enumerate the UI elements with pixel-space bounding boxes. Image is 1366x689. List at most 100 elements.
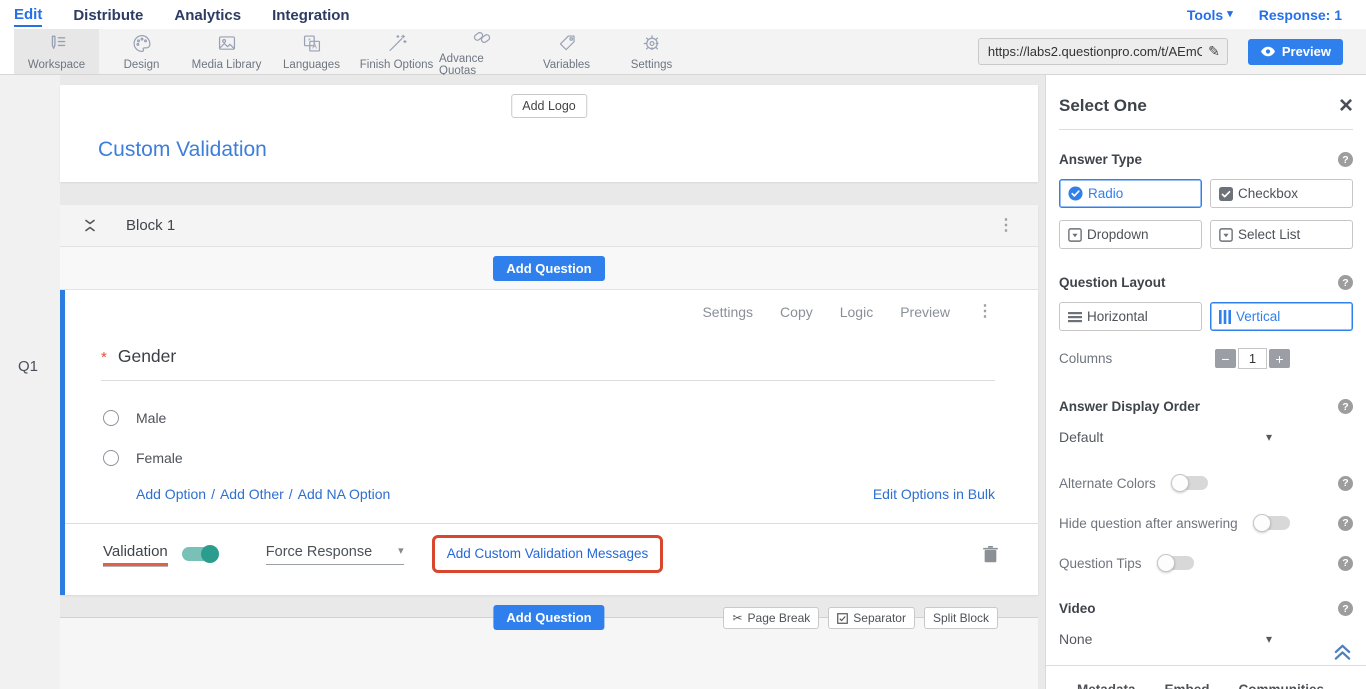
nav-item-integration[interactable]: Integration <box>272 4 350 26</box>
toolbar-tab-label: Languages <box>283 59 340 71</box>
radio-selected-icon <box>1068 186 1083 201</box>
toolbar-tab-finish-options[interactable]: Finish Options <box>354 29 439 74</box>
toolbar-tab-label: Advance Quotas <box>439 53 524 77</box>
tools-menu[interactable]: Tools ▾ <box>1187 7 1233 23</box>
validation-toggle[interactable] <box>182 547 218 561</box>
question-settings-link[interactable]: Settings <box>702 304 753 320</box>
nav-item-edit[interactable]: Edit <box>14 3 42 27</box>
collapse-block-icon[interactable] <box>84 218 96 233</box>
layout-option-label: Vertical <box>1236 309 1280 324</box>
answer-type-checkbox[interactable]: Checkbox <box>1210 179 1353 208</box>
help-icon[interactable]: ? <box>1338 275 1353 290</box>
question-logic-link[interactable]: Logic <box>840 304 873 320</box>
split-block-button[interactable]: Split Block <box>924 607 998 629</box>
question-layout-label: Question Layout <box>1059 275 1166 290</box>
columns-plus-button[interactable]: + <box>1269 349 1290 368</box>
workspace-icon <box>46 33 68 57</box>
answer-display-order-select[interactable]: Default ▾ <box>1059 429 1272 445</box>
force-response-dropdown[interactable]: Force Response ▾ <box>266 544 404 565</box>
add-other-link[interactable]: Add Other <box>220 486 284 502</box>
radio-button[interactable] <box>103 450 119 466</box>
question-layout-section: Question Layout ? <box>1059 275 1353 290</box>
answer-type-select-list[interactable]: Select List <box>1210 220 1353 249</box>
question-tips-toggle[interactable] <box>1158 556 1194 570</box>
toolbar-tab-label: Workspace <box>28 59 85 71</box>
answer-type-option-label: Checkbox <box>1238 186 1298 201</box>
answer-type-radio[interactable]: Radio <box>1059 179 1202 208</box>
scissors-icon: ✂ <box>732 611 742 625</box>
close-icon[interactable]: × <box>1339 97 1353 115</box>
magic-wand-icon <box>386 33 408 57</box>
main-area: Q1 Add Logo Custom Validation Block 1 ⋮ … <box>0 75 1366 689</box>
add-custom-validation-messages-link[interactable]: Add Custom Validation Messages <box>447 546 649 561</box>
question-title[interactable]: Gender <box>118 346 176 367</box>
toolbar-tab-workspace[interactable]: Workspace <box>14 29 99 74</box>
toolbar-tab-label: Finish Options <box>360 59 434 71</box>
help-icon[interactable]: ? <box>1338 152 1353 167</box>
tab-embed[interactable]: Embed <box>1165 682 1210 689</box>
panel-header: Select One × <box>1059 96 1353 116</box>
separator-icon <box>837 613 848 624</box>
add-question-button-top[interactable]: Add Question <box>493 256 604 281</box>
layout-horizontal-button[interactable]: Horizontal <box>1059 302 1202 331</box>
alternate-colors-toggle[interactable] <box>1172 476 1208 490</box>
answer-type-option-label: Radio <box>1088 186 1123 201</box>
survey-title[interactable]: Custom Validation <box>98 138 267 162</box>
columns-value[interactable]: 1 <box>1238 348 1267 369</box>
toolbar-tab-design[interactable]: Design <box>99 29 184 74</box>
add-option-link[interactable]: Add Option <box>136 486 206 502</box>
columns-minus-button[interactable]: − <box>1215 349 1236 368</box>
question-layout-grid: Horizontal Vertical <box>1059 302 1353 331</box>
response-count[interactable]: Response: 1 <box>1259 7 1342 23</box>
page-break-button[interactable]: ✂ Page Break <box>723 607 819 629</box>
help-icon[interactable]: ? <box>1338 399 1353 414</box>
svg-text:A: A <box>312 43 317 50</box>
toolbar-tab-languages[interactable]: *A Languages <box>269 29 354 74</box>
answer-option-label[interactable]: Male <box>136 410 166 426</box>
option-links-row: Add Option / Add Other / Add NA Option E… <box>65 467 1038 502</box>
help-icon[interactable]: ? <box>1338 476 1353 491</box>
survey-url-field[interactable]: https://labs2.questionpro.com/t/AEmOx ✎ <box>978 38 1228 65</box>
toolbar-tab-media-library[interactable]: Media Library <box>184 29 269 74</box>
help-icon[interactable]: ? <box>1338 556 1353 571</box>
answer-type-grid: Radio Checkbox Dropdown Select List <box>1059 179 1353 249</box>
question-actions: Settings Copy Logic Preview ⋮ <box>702 304 993 320</box>
add-question-button-bottom[interactable]: Add Question <box>493 605 604 630</box>
video-select[interactable]: None ▾ <box>1059 631 1272 647</box>
answer-type-dropdown[interactable]: Dropdown <box>1059 220 1202 249</box>
add-na-option-link[interactable]: Add NA Option <box>298 486 391 502</box>
radio-button[interactable] <box>103 410 119 426</box>
toolbar-tab-settings[interactable]: Settings <box>609 29 694 74</box>
block-menu-icon[interactable]: ⋮ <box>998 218 1014 234</box>
edit-options-in-bulk-link[interactable]: Edit Options in Bulk <box>873 486 995 502</box>
video-label: Video <box>1059 601 1096 616</box>
tab-metadata[interactable]: Metadata <box>1077 682 1136 689</box>
toggle-knob <box>201 545 219 563</box>
answer-type-option-label: Select List <box>1238 227 1300 242</box>
toolbar-tab-label: Settings <box>631 59 673 71</box>
toggle-knob <box>1157 554 1175 572</box>
toolbar-tab-advance-quotas[interactable]: Advance Quotas <box>439 29 524 74</box>
toggle-knob <box>1171 474 1189 492</box>
help-icon[interactable]: ? <box>1338 601 1353 616</box>
layout-vertical-button[interactable]: Vertical <box>1210 302 1353 331</box>
hide-question-toggle[interactable] <box>1254 516 1290 530</box>
toolbar-tab-variables[interactable]: Variables <box>524 29 609 74</box>
delete-question-button[interactable] <box>983 546 998 563</box>
add-logo-button[interactable]: Add Logo <box>511 94 587 118</box>
tab-communities[interactable]: Communities <box>1239 682 1325 689</box>
video-section: Video ? <box>1059 601 1353 616</box>
question-menu-icon[interactable]: ⋮ <box>977 304 993 320</box>
layout-option-label: Horizontal <box>1087 309 1148 324</box>
nav-item-distribute[interactable]: Distribute <box>73 4 143 26</box>
panel-title: Select One <box>1059 96 1147 116</box>
edit-pencil-icon[interactable]: ✎ <box>1208 43 1220 60</box>
scroll-to-top-button[interactable] <box>1333 643 1352 660</box>
preview-button[interactable]: Preview <box>1248 39 1343 65</box>
help-icon[interactable]: ? <box>1338 516 1353 531</box>
separator-button[interactable]: Separator <box>828 607 915 629</box>
answer-option-label[interactable]: Female <box>136 450 183 466</box>
question-copy-link[interactable]: Copy <box>780 304 813 320</box>
question-preview-link[interactable]: Preview <box>900 304 950 320</box>
nav-item-analytics[interactable]: Analytics <box>174 4 241 26</box>
